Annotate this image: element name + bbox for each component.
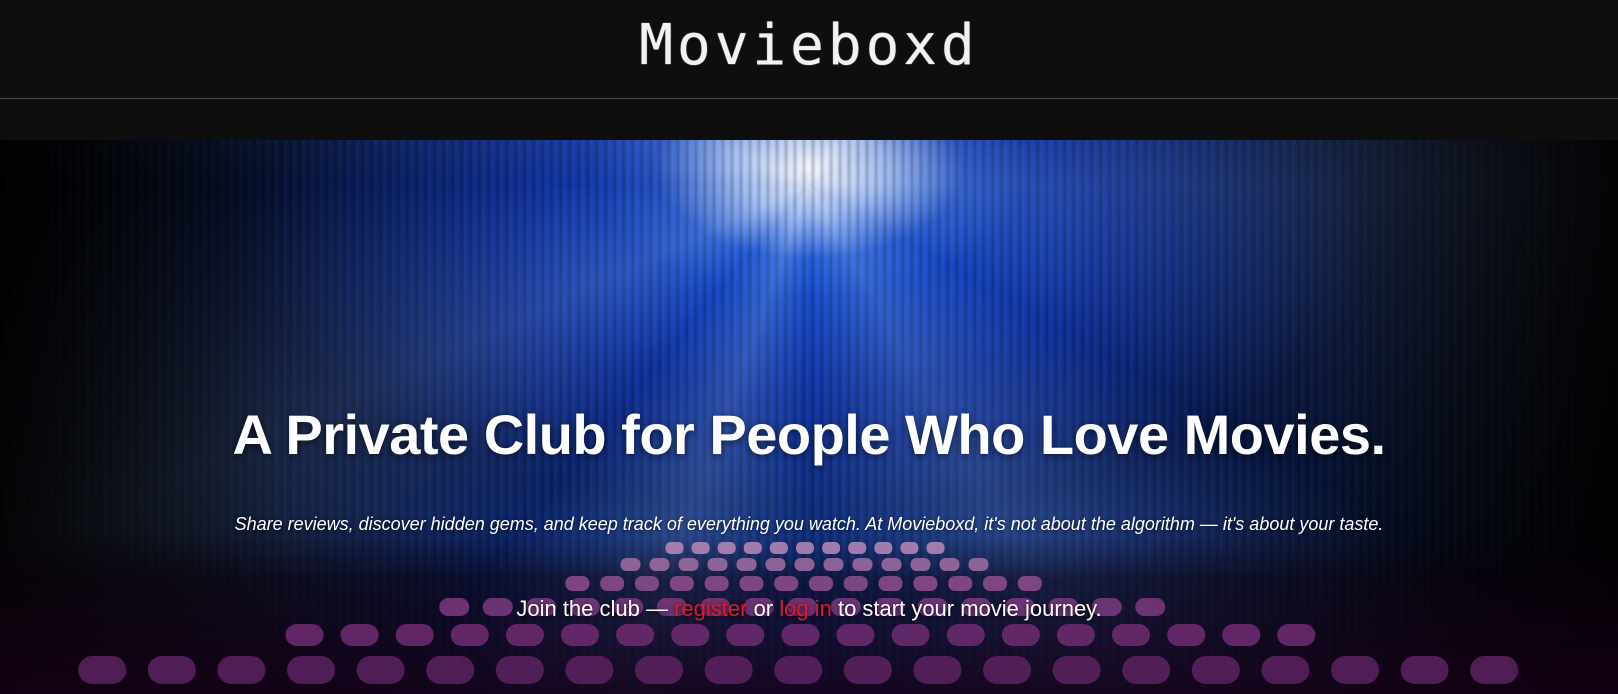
hero-section: A Private Club for People Who Love Movie…	[0, 140, 1618, 694]
hero-content: A Private Club for People Who Love Movie…	[0, 140, 1618, 694]
nav-bar	[0, 99, 1618, 140]
cta-middle: or	[747, 596, 780, 621]
site-logo[interactable]: Movieboxd	[639, 18, 978, 74]
hero-subtext: Share reviews, discover hidden gems, and…	[234, 514, 1384, 534]
register-link[interactable]: register	[674, 596, 747, 621]
cta-prefix: Join the club —	[516, 596, 675, 621]
hero-headline: A Private Club for People Who Love Movie…	[232, 403, 1386, 466]
cta-suffix: to start your movie journey.	[831, 596, 1102, 621]
site-header: Movieboxd	[0, 0, 1618, 99]
hero-call-to-action: Join the club — register or log in to st…	[0, 596, 1618, 622]
login-link[interactable]: log in	[779, 596, 832, 621]
